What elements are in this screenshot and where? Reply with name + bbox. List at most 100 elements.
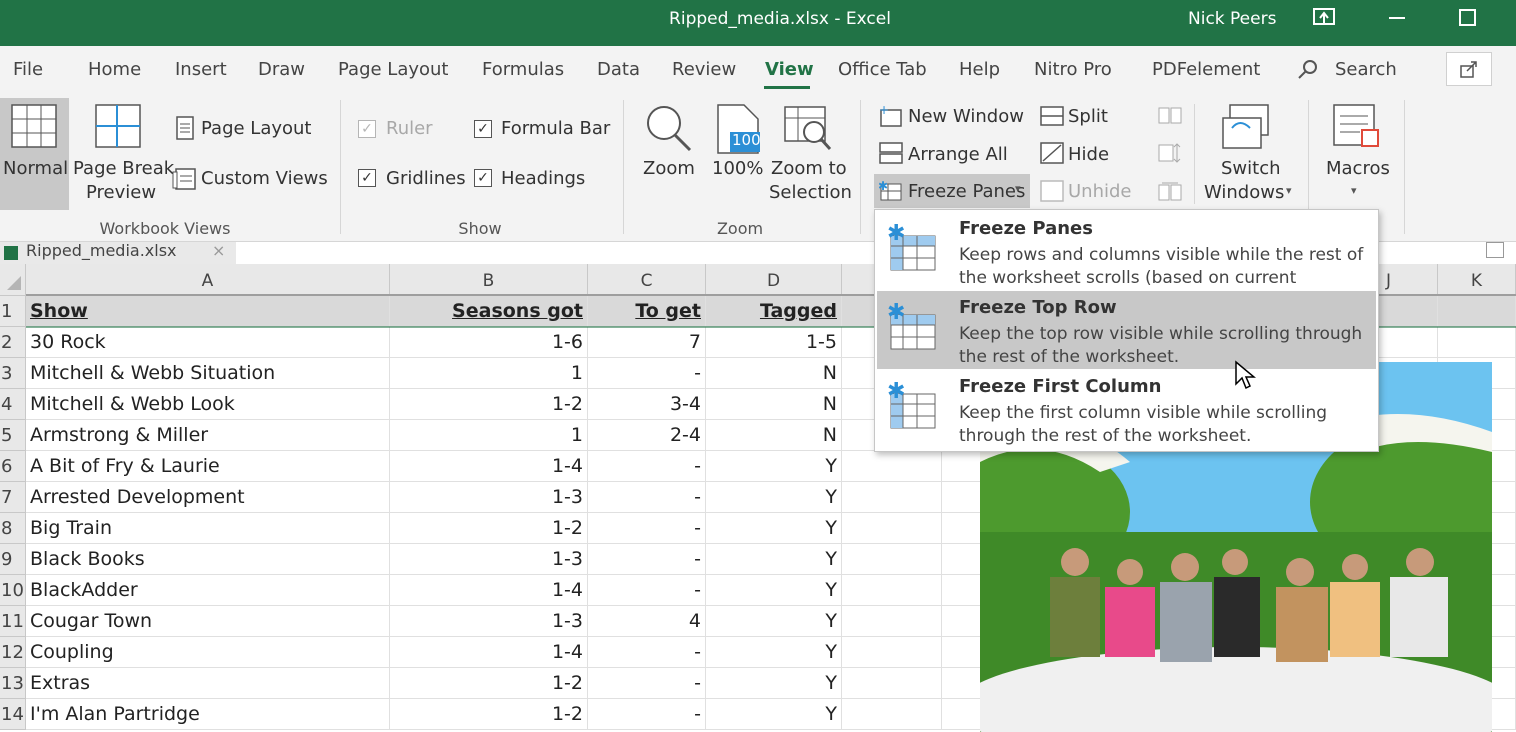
cell-to-get[interactable]: 3-4: [588, 389, 706, 420]
row-header[interactable]: 6: [0, 451, 26, 482]
zoom-selection-label-1[interactable]: Zoom to: [771, 158, 847, 179]
switch-windows-label-2[interactable]: Windows: [1204, 182, 1284, 203]
menu-item-freeze-panes[interactable]: ✱ Freeze Panes Keep rows and columns vis…: [877, 212, 1376, 311]
cell-seasons-got[interactable]: 1-4: [390, 637, 588, 668]
row-header[interactable]: 10: [0, 575, 26, 606]
close-icon[interactable]: ×: [212, 242, 225, 260]
cell-tagged[interactable]: Y: [706, 575, 842, 606]
cell-show[interactable]: 30 Rock: [26, 327, 390, 358]
new-window-button[interactable]: New Window: [908, 106, 1024, 127]
empty-cell[interactable]: [842, 451, 942, 482]
cell-tagged[interactable]: 1-5: [706, 327, 842, 358]
cell-seasons-got[interactable]: 1-4: [390, 575, 588, 606]
cell-seasons-got[interactable]: 1-3: [390, 544, 588, 575]
empty-cell[interactable]: [842, 575, 942, 606]
cell-show[interactable]: Armstrong & Miller: [26, 420, 390, 451]
formula-bar-checkbox[interactable]: ✓: [474, 120, 492, 138]
menu-item-freeze-top-row[interactable]: ✱ Freeze Top Row Keep the top row visibl…: [877, 291, 1376, 369]
cell-seasons-got[interactable]: 1-6: [390, 327, 588, 358]
header-cell-to-get[interactable]: To get: [588, 296, 706, 327]
custom-views-button[interactable]: Custom Views: [201, 168, 328, 189]
document-tab[interactable]: Ripped_media.xlsx ×: [0, 242, 236, 264]
cell-show[interactable]: Coupling: [26, 637, 390, 668]
zoom-label[interactable]: Zoom: [643, 158, 695, 179]
reset-window-position-icon[interactable]: [1158, 180, 1182, 206]
cell-show[interactable]: Black Books: [26, 544, 390, 575]
share-button[interactable]: [1446, 52, 1492, 86]
empty-cell[interactable]: [842, 544, 942, 575]
empty-cell[interactable]: [842, 699, 942, 730]
unhide-button[interactable]: Unhide: [1068, 181, 1132, 202]
cell-to-get[interactable]: -: [588, 513, 706, 544]
ruler-checkbox[interactable]: ✓: [358, 120, 376, 138]
row-header[interactable]: 11: [0, 606, 26, 637]
cell-to-get[interactable]: 7: [588, 327, 706, 358]
cell-to-get[interactable]: -: [588, 668, 706, 699]
row-header[interactable]: 9: [0, 544, 26, 575]
cell-seasons-got[interactable]: 1-4: [390, 451, 588, 482]
tab-help[interactable]: Help: [959, 59, 1000, 80]
search-label[interactable]: Search: [1335, 59, 1397, 80]
empty-cell[interactable]: [842, 513, 942, 544]
page-break-label-1[interactable]: Page Break: [73, 158, 174, 179]
empty-cell[interactable]: [842, 668, 942, 699]
cell-to-get[interactable]: -: [588, 482, 706, 513]
cell-tagged[interactable]: Y: [706, 637, 842, 668]
tab-formulas[interactable]: Formulas: [482, 59, 564, 80]
zoom-to-selection-icon[interactable]: [784, 106, 832, 156]
row-header[interactable]: 12: [0, 637, 26, 668]
cell-seasons-got[interactable]: 1-3: [390, 606, 588, 637]
row-header[interactable]: 3: [0, 358, 26, 389]
cell-to-get[interactable]: -: [588, 451, 706, 482]
cell-show[interactable]: BlackAdder: [26, 575, 390, 606]
cell-tagged[interactable]: Y: [706, 544, 842, 575]
split-button[interactable]: Split: [1068, 106, 1108, 127]
cell-show[interactable]: Cougar Town: [26, 606, 390, 637]
cell-seasons-got[interactable]: 1-2: [390, 699, 588, 730]
cell-to-get[interactable]: -: [588, 699, 706, 730]
cell-to-get[interactable]: 2-4: [588, 420, 706, 451]
cell-show[interactable]: Extras: [26, 668, 390, 699]
cell-tagged[interactable]: N: [706, 420, 842, 451]
gridlines-checkbox[interactable]: ✓: [358, 169, 376, 187]
tab-insert[interactable]: Insert: [175, 59, 227, 80]
cell-tagged[interactable]: Y: [706, 513, 842, 544]
cell-to-get[interactable]: -: [588, 544, 706, 575]
tab-office-tab[interactable]: Office Tab: [838, 59, 927, 80]
row-header[interactable]: 14: [0, 699, 26, 730]
column-header-c[interactable]: C: [588, 264, 706, 296]
macros-label[interactable]: Macros: [1326, 158, 1390, 179]
tab-home[interactable]: Home: [88, 59, 141, 80]
page-break-preview-icon[interactable]: [95, 104, 141, 152]
cell-show[interactable]: Big Train: [26, 513, 390, 544]
cell-tagged[interactable]: Y: [706, 699, 842, 730]
macros-icon[interactable]: [1332, 104, 1382, 156]
cell-seasons-got[interactable]: 1: [390, 358, 588, 389]
tab-page-layout[interactable]: Page Layout: [338, 59, 449, 80]
row-header[interactable]: 2: [0, 327, 26, 358]
empty-cell[interactable]: [842, 482, 942, 513]
zoom-icon[interactable]: [644, 104, 694, 156]
zoom-100-icon[interactable]: 100: [716, 104, 761, 158]
cell-show[interactable]: I'm Alan Partridge: [26, 699, 390, 730]
tab-draw[interactable]: Draw: [258, 59, 305, 80]
cell-show[interactable]: A Bit of Fry & Laurie: [26, 451, 390, 482]
page-layout-button[interactable]: Page Layout: [201, 118, 312, 139]
row-header[interactable]: 8: [0, 513, 26, 544]
cell-seasons-got[interactable]: 1-2: [390, 389, 588, 420]
search-icon[interactable]: [1296, 58, 1320, 87]
arrange-all-button[interactable]: Arrange All: [908, 144, 1008, 165]
cell-show[interactable]: Mitchell & Webb Look: [26, 389, 390, 420]
header-cell-seasons-got[interactable]: Seasons got: [390, 296, 588, 327]
tab-nitro-pro[interactable]: Nitro Pro: [1034, 59, 1112, 80]
switch-windows-icon[interactable]: [1222, 104, 1272, 156]
cell-show[interactable]: Mitchell & Webb Situation: [26, 358, 390, 389]
row-header[interactable]: 7: [0, 482, 26, 513]
row-header[interactable]: 13: [0, 668, 26, 699]
cell-tagged[interactable]: Y: [706, 482, 842, 513]
cell-tagged[interactable]: N: [706, 358, 842, 389]
tab-pdfelement[interactable]: PDFelement: [1152, 59, 1260, 80]
zoom-100-label[interactable]: 100%: [712, 158, 763, 179]
minimize-icon[interactable]: [1386, 6, 1408, 33]
tab-review[interactable]: Review: [672, 59, 736, 80]
